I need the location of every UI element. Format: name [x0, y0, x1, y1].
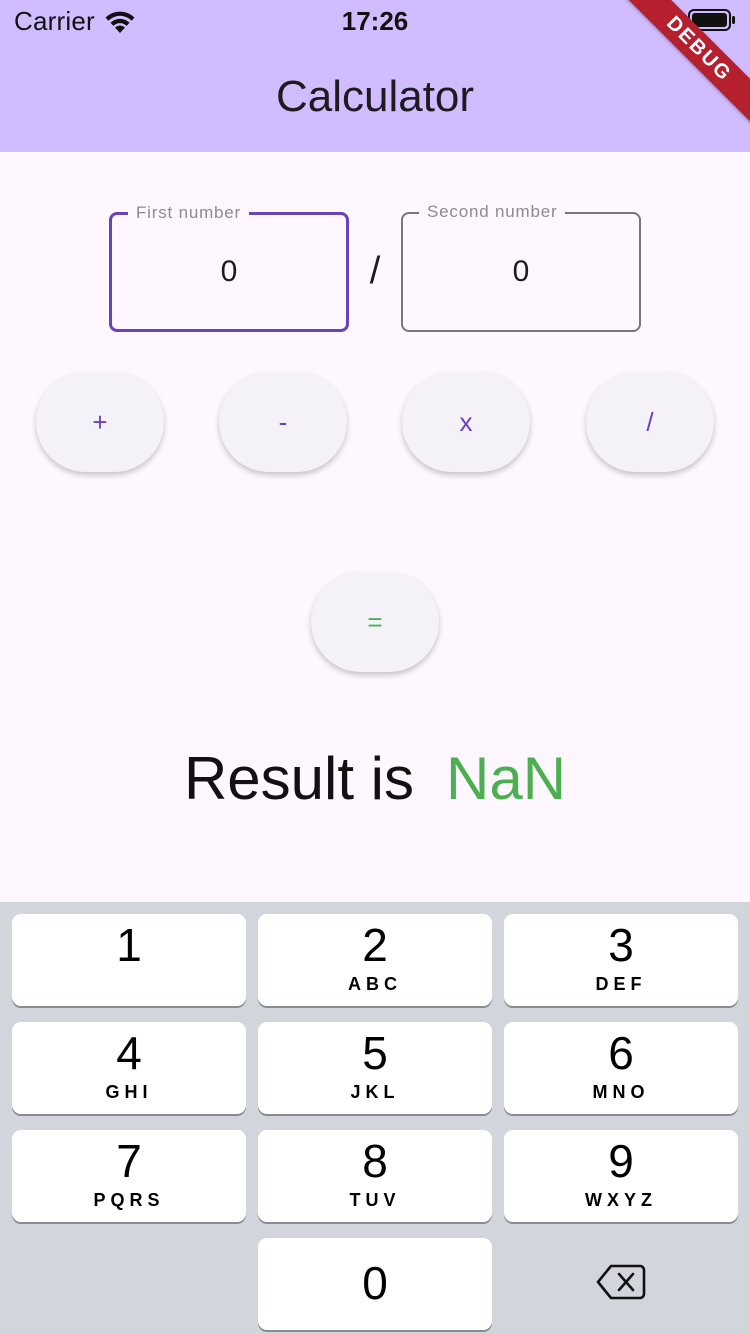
add-button[interactable]: +: [36, 372, 164, 472]
key-3[interactable]: 3 DEF: [504, 914, 738, 1006]
second-number-field[interactable]: Second number 0: [401, 202, 641, 332]
key-8[interactable]: 8 TUV: [258, 1130, 492, 1222]
key-letters: ABC: [348, 974, 402, 994]
result-value: NaN: [446, 745, 567, 812]
backspace-icon: [596, 1263, 646, 1306]
second-number-value: 0: [512, 255, 530, 288]
key-digit: 7: [116, 1135, 142, 1187]
result-label: Result is: [183, 745, 415, 812]
page-title: Calculator: [275, 72, 475, 121]
key-0[interactable]: 0: [258, 1238, 492, 1330]
key-digit: 0: [362, 1257, 388, 1309]
numeric-keyboard: 1 2 ABC 3 DEF 4 GHI 5 JKL 6 MNO 7 PQRS 8: [0, 902, 750, 1334]
key-digit: 2: [362, 919, 388, 971]
equals-button[interactable]: =: [311, 572, 439, 672]
key-digit: 5: [362, 1027, 388, 1079]
key-digit: 9: [608, 1135, 634, 1187]
app-bar: Carrier 17:26 Calculator: [0, 0, 750, 152]
key-1[interactable]: 1: [12, 914, 246, 1006]
key-digit: 3: [608, 919, 634, 971]
key-9[interactable]: 9 WXYZ: [504, 1130, 738, 1222]
first-number-value: 0: [220, 255, 238, 288]
key-7[interactable]: 7 PQRS: [12, 1130, 246, 1222]
key-letters: MNO: [592, 1082, 650, 1102]
first-number-field[interactable]: First number 0: [109, 203, 349, 332]
multiply-button[interactable]: x: [402, 372, 530, 472]
key-digit: 6: [608, 1027, 634, 1079]
key-digit: 4: [116, 1027, 142, 1079]
key-letters: WXYZ: [585, 1190, 657, 1210]
key-letters: JKL: [350, 1082, 400, 1102]
key-letters: GHI: [105, 1082, 153, 1102]
key-letters: TUV: [349, 1190, 401, 1210]
key-2[interactable]: 2 ABC: [258, 914, 492, 1006]
key-digit: 8: [362, 1135, 388, 1187]
status-time: 17:26: [341, 6, 409, 36]
key-letters: DEF: [595, 974, 647, 994]
key-5[interactable]: 5 JKL: [258, 1022, 492, 1114]
result-display: Result is NaN: [0, 744, 750, 813]
delete-key[interactable]: [504, 1238, 738, 1330]
subtract-button[interactable]: -: [219, 372, 347, 472]
key-digit: 1: [116, 919, 142, 971]
selected-operator: /: [369, 250, 381, 292]
key-6[interactable]: 6 MNO: [504, 1022, 738, 1114]
key-letters: PQRS: [93, 1190, 165, 1210]
key-4[interactable]: 4 GHI: [12, 1022, 246, 1114]
calculator-screen: Carrier 17:26 Calculator DEBUG First num…: [0, 0, 750, 1334]
divide-button[interactable]: /: [586, 372, 714, 472]
